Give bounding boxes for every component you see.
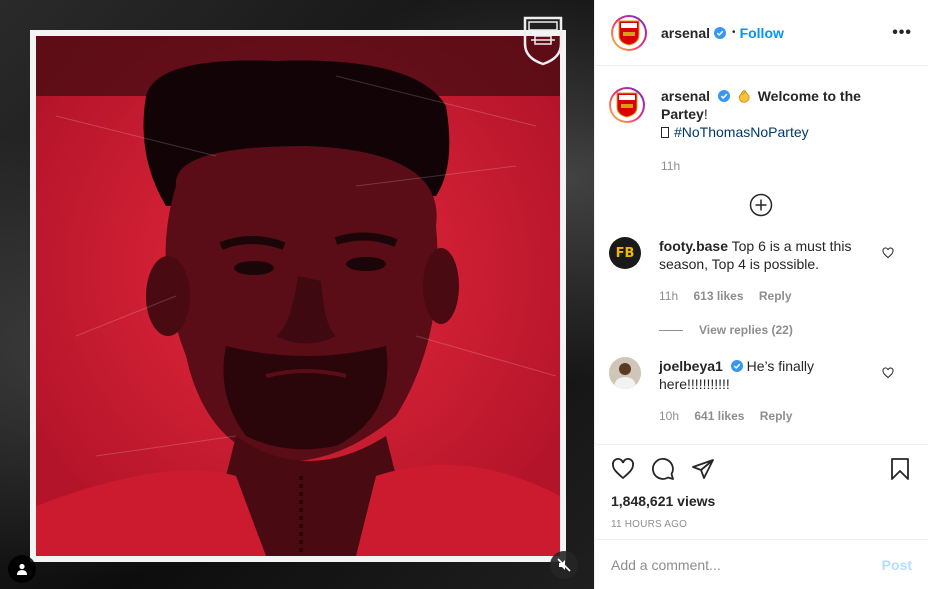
mute-toggle-button[interactable]	[550, 551, 578, 579]
player-portrait-image	[36, 36, 560, 556]
heart-icon[interactable]	[611, 457, 635, 481]
share-icon[interactable]	[691, 457, 715, 481]
heart-icon[interactable]	[882, 367, 894, 379]
replies-divider	[659, 329, 683, 331]
commenter-avatar[interactable]	[609, 357, 641, 389]
comments-list[interactable]: arsenal Welcome to the Partey! #NoThomas…	[595, 67, 928, 444]
author-avatar[interactable]	[611, 14, 647, 51]
caption-author-avatar[interactable]	[609, 87, 645, 123]
reply-button[interactable]: Reply	[759, 289, 792, 303]
person-photo-icon	[609, 357, 641, 389]
verified-badge-icon	[717, 90, 730, 102]
post-timestamp[interactable]: 11 HOURS AGO	[611, 519, 912, 530]
comment-composer: Post	[595, 539, 928, 589]
commenter-avatar[interactable]: FB	[609, 237, 641, 269]
caption-username[interactable]: arsenal	[661, 88, 710, 104]
header-separator: •	[732, 27, 736, 38]
post-comment-button[interactable]: Post	[882, 557, 912, 573]
arsenal-crest-icon	[616, 92, 638, 118]
post-caption: arsenal Welcome to the Partey! #NoThomas…	[609, 87, 912, 175]
user-tag-button[interactable]	[8, 555, 36, 583]
comment-time[interactable]: 11h	[659, 289, 678, 303]
comment-item: FB footy.base Top 6 is a must this seaso…	[609, 237, 912, 305]
commenter-username[interactable]: joelbeya1	[659, 358, 723, 374]
reply-button[interactable]: Reply	[760, 409, 793, 423]
verified-badge-icon	[730, 360, 743, 372]
commenter-username[interactable]: footy.base	[659, 238, 728, 254]
comment-likes[interactable]: 641 likes	[694, 409, 744, 423]
comment-time[interactable]: 10h	[659, 409, 679, 423]
add-circle-icon[interactable]	[749, 193, 773, 217]
view-count[interactable]: 1,848,621 views	[611, 493, 912, 509]
sound-off-icon	[557, 558, 571, 572]
more-options-icon[interactable]: •••	[892, 24, 912, 42]
arsenal-crest-icon	[618, 20, 640, 46]
missing-glyph	[661, 127, 669, 138]
verified-badge-icon	[714, 26, 727, 39]
comment-likes[interactable]: 613 likes	[693, 289, 743, 303]
author-username[interactable]: arsenal	[661, 25, 710, 41]
bookmark-icon[interactable]	[888, 457, 912, 481]
comment-input[interactable]	[611, 556, 882, 573]
view-replies-label: View replies (22)	[699, 323, 793, 337]
commenter-avatar-text: FB	[615, 245, 635, 261]
view-replies-button[interactable]: View replies (22)	[659, 323, 912, 337]
arsenal-crest-icon	[523, 16, 563, 66]
caption-timestamp[interactable]: 11h	[661, 157, 911, 175]
comment-icon[interactable]	[651, 457, 675, 481]
caption-hashtag[interactable]: #NoThomasNoPartey	[674, 124, 809, 140]
post-media[interactable]	[0, 0, 594, 589]
user-tag-icon	[17, 563, 27, 575]
post-actions: 1,848,621 views 11 HOURS AGO	[595, 444, 928, 540]
post-header: arsenal • Follow •••	[595, 0, 928, 66]
heart-icon[interactable]	[882, 247, 894, 259]
media-photo-frame	[30, 30, 566, 562]
caption-punct: !	[703, 106, 708, 122]
post-sidebar: arsenal • Follow ••• arsenal Welcome to …	[594, 0, 928, 589]
comment-item: joelbeya1 He’s finally here!!!!!!!!!!! 1…	[609, 357, 912, 425]
clapping-hands-icon	[738, 90, 750, 103]
follow-button[interactable]: Follow	[740, 25, 784, 41]
